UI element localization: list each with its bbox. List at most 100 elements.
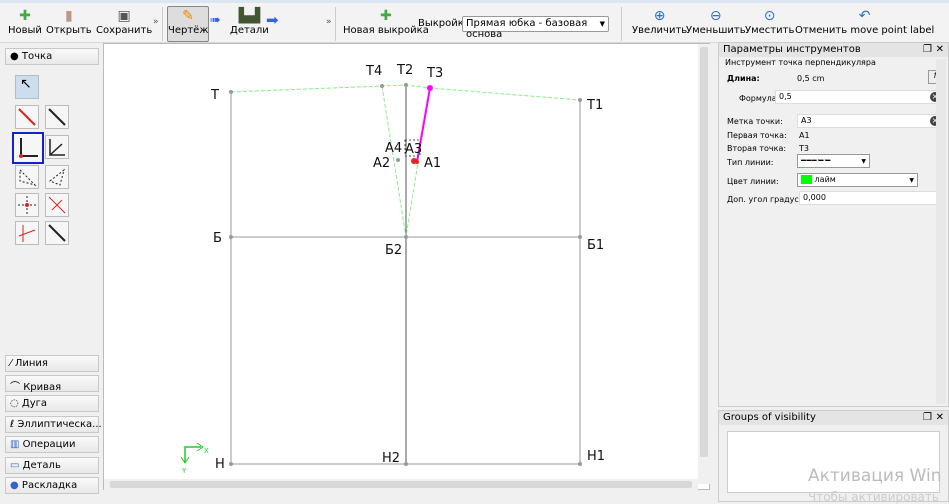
- main-toolbar: ✚ Новый ▮ Открыть ▣ Сохранить » ✎ Чертёж ➠ ▙…: [0, 0, 949, 43]
- line-type-select[interactable]: ━ ━ ━ ·━ ·━ ▼: [797, 154, 870, 168]
- arrow-icon: ➠: [210, 13, 221, 28]
- zoom-out-button[interactable]: ⊖ Уменьшить: [686, 7, 746, 36]
- point-label[interactable]: А4: [385, 141, 402, 156]
- point-label[interactable]: Б1: [587, 238, 604, 253]
- point-label[interactable]: А3: [405, 142, 422, 157]
- category-label: Точка: [21, 51, 53, 62]
- groups-title: Groups of visibility: [723, 412, 816, 423]
- pattern-select[interactable]: Прямая юбка - базовая основа ▼: [462, 16, 609, 40]
- tool-bisector[interactable]: [45, 135, 69, 159]
- details-label: Детали: [230, 25, 269, 36]
- panel-header: Параметры инструментов ❐ ✕: [719, 43, 948, 57]
- category-detail[interactable]: ▭ Деталь: [5, 457, 99, 474]
- activation-watermark: Активация Win: [808, 466, 942, 486]
- point-label[interactable]: Т2: [396, 63, 413, 78]
- close-icon[interactable]: ✕: [936, 412, 944, 423]
- formula-value: 0,5: [779, 92, 792, 101]
- category-arc[interactable]: ◌ Дуга: [5, 395, 99, 412]
- category-curve[interactable]: ⌒ Кривая: [5, 375, 99, 393]
- tool-segment[interactable]: [45, 221, 69, 245]
- tool-intersect[interactable]: [15, 193, 39, 217]
- perpendicular-icon: [19, 138, 38, 158]
- tool-line[interactable]: [45, 105, 69, 129]
- category-elliptical[interactable]: ℓ Эллиптическа...: [5, 416, 102, 433]
- point-label[interactable]: Т3: [426, 66, 443, 81]
- point-name-input[interactable]: А3 ×: [797, 114, 945, 128]
- category-line[interactable]: ⁄ Линия: [5, 355, 99, 372]
- zoom-out-label: Уменьшить: [686, 25, 746, 36]
- new-pattern-label: Новая выкройка: [343, 25, 429, 36]
- horizontal-scrollbar[interactable]: [104, 479, 698, 490]
- category-label: Дуга: [21, 398, 48, 409]
- open-icon: ▮: [64, 8, 73, 24]
- category-layout[interactable]: ● Раскладка: [5, 477, 99, 494]
- open-label: Открыть: [46, 25, 92, 36]
- angle-label: Доп. угол градусы:: [727, 195, 808, 204]
- save-label: Сохранить: [96, 25, 153, 36]
- zoom-in-label: Увеличить: [632, 25, 688, 36]
- float-icon[interactable]: ❐: [923, 412, 932, 423]
- tool-options-panel: Параметры инструментов ❐ ✕ Инструмент точк…: [718, 42, 949, 407]
- point-label[interactable]: Т4: [365, 64, 382, 79]
- zoom-in-icon: ⊕: [653, 8, 666, 24]
- dash-dot-line-icon: ━ ━ ━ ·━ ·━: [801, 156, 830, 165]
- save-button[interactable]: ▣ Сохранить: [96, 7, 152, 36]
- point-label[interactable]: А2: [373, 156, 390, 171]
- chevron-down-icon: ▼: [599, 20, 605, 28]
- details-mode-button[interactable]: ▙▟ Детали: [230, 7, 269, 36]
- category-operations[interactable]: ▥ Операции: [5, 436, 99, 453]
- point-label[interactable]: Н2: [382, 451, 400, 466]
- tool-height[interactable]: [45, 165, 69, 189]
- first-point-value: А1: [799, 131, 810, 140]
- point-name-label: Метка точки:: [727, 117, 783, 126]
- tool-normal[interactable]: [45, 193, 69, 217]
- angle-input[interactable]: 0,000⇕: [799, 191, 945, 205]
- save-icon: ▣: [117, 8, 131, 24]
- tool-along-line[interactable]: [15, 105, 39, 129]
- line-color-label: Цвет линии:: [727, 177, 779, 186]
- fit-button[interactable]: ⊙ Уместить: [745, 7, 794, 36]
- vertical-scrollbar[interactable]: [698, 44, 710, 484]
- point-label[interactable]: Т: [210, 88, 219, 103]
- axis-x-label: X: [204, 447, 209, 455]
- point-label[interactable]: Н1: [587, 449, 605, 464]
- category-label: Деталь: [22, 460, 61, 471]
- draw-mode-button[interactable]: ✎ Чертёж: [167, 6, 209, 42]
- drawing-canvas[interactable]: Т Т4 Т2 Т3 Т1 А4 А3 А2 А1 Б Б2 Б1 Н Н2 Н…: [103, 43, 710, 490]
- panel-scrollbar[interactable]: [936, 59, 946, 404]
- open-button[interactable]: ▮ Открыть: [46, 7, 92, 36]
- category-point[interactable]: ● Точка: [5, 48, 99, 65]
- zoom-out-icon: ⊖: [709, 8, 722, 24]
- point-label[interactable]: Б2: [385, 243, 402, 258]
- point-label[interactable]: А1: [424, 156, 441, 171]
- zoom-in-button[interactable]: ⊕ Увеличить: [632, 7, 687, 36]
- point-label[interactable]: Б: [213, 231, 222, 246]
- second-point-label: Вторая точка:: [727, 144, 787, 153]
- angle-value: 0,000: [803, 193, 826, 202]
- tool-perpendicular-point[interactable]: [12, 132, 44, 164]
- point-label[interactable]: Т1: [586, 98, 603, 113]
- formula-label: Формула: [739, 94, 777, 103]
- toolbar-more-icon[interactable]: »: [326, 17, 332, 27]
- undo-button[interactable]: ↶ Отменить move point label: [795, 7, 934, 36]
- point-label[interactable]: Н: [215, 457, 225, 472]
- new-button[interactable]: ✚ Новый: [8, 7, 42, 36]
- pointer-tool[interactable]: ↖: [15, 75, 39, 99]
- float-icon[interactable]: ❐: [923, 44, 932, 55]
- bisector-icon: [49, 139, 65, 156]
- cursor-icon: ↖: [20, 76, 32, 92]
- tool-shoulder[interactable]: [15, 221, 39, 245]
- close-icon[interactable]: ✕: [936, 44, 944, 55]
- line-type-label: Тип линии:: [727, 158, 774, 167]
- tool-triangle[interactable]: [15, 165, 39, 189]
- line-color-select[interactable]: лайм ▼: [797, 173, 918, 187]
- toolbar-more-icon[interactable]: »: [153, 17, 159, 27]
- segment-icon: [48, 224, 66, 242]
- length-label: Длина:: [727, 74, 760, 83]
- axis-indicator: X Y: [180, 442, 209, 475]
- new-pattern-button[interactable]: ✚ Новая выкройка: [343, 7, 429, 36]
- axis-y-label: Y: [181, 467, 187, 475]
- formula-input[interactable]: 0,5 ×: [775, 90, 945, 104]
- undo-icon: ↶: [858, 8, 871, 24]
- panel-title: Параметры инструментов: [723, 44, 861, 55]
